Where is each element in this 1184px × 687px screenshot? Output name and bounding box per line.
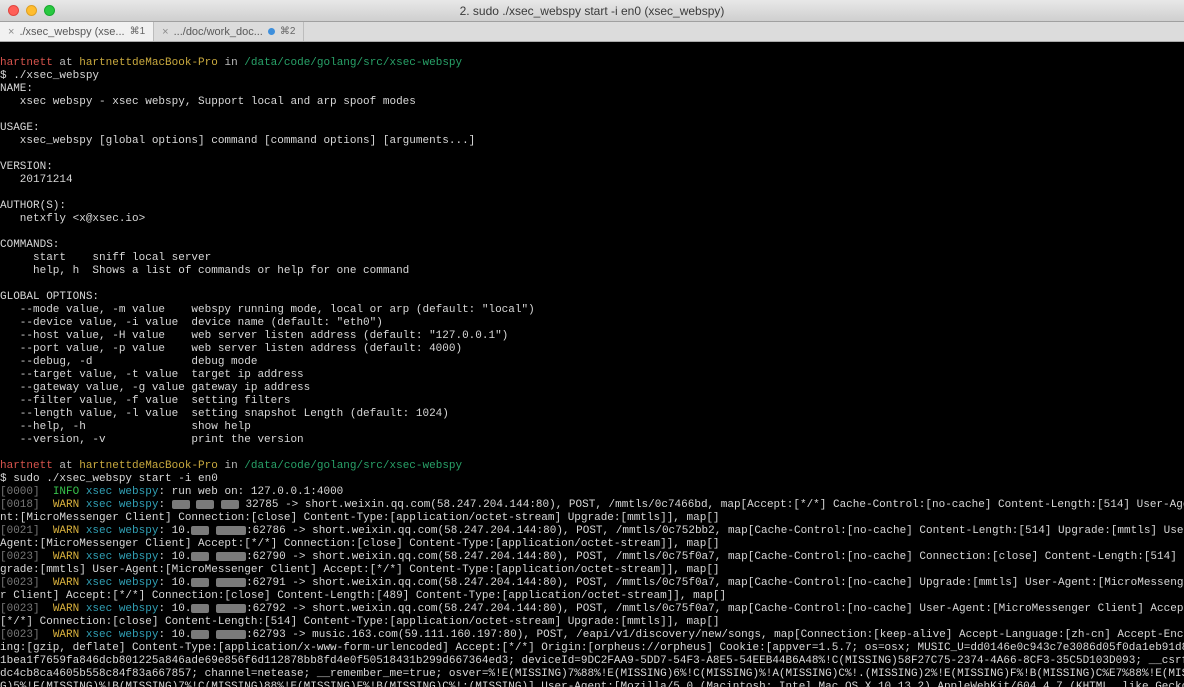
titlebar: 2. sudo ./xsec_webspy start -i en0 (xsec… bbox=[0, 0, 1184, 22]
redacted-ip bbox=[216, 604, 246, 613]
redacted-ip bbox=[191, 604, 209, 613]
tab-label: ./xsec_webspy (xse... bbox=[19, 26, 124, 38]
redacted-ip bbox=[191, 526, 209, 535]
redacted-ip bbox=[172, 500, 190, 509]
command-line: $ ./xsec_webspy bbox=[0, 70, 99, 82]
prompt-host: hartnettdeMacBook-Pro bbox=[79, 57, 218, 69]
traffic-lights bbox=[0, 5, 55, 16]
close-icon[interactable]: × bbox=[8, 26, 14, 38]
redacted-ip bbox=[216, 630, 246, 639]
log-level-warn: WARN bbox=[53, 499, 79, 511]
redacted-ip bbox=[191, 578, 209, 587]
window-title: 2. sudo ./xsec_webspy start -i en0 (xsec… bbox=[0, 4, 1184, 18]
tab-label: .../doc/work_doc... bbox=[174, 26, 263, 38]
zoom-icon[interactable] bbox=[44, 5, 55, 16]
prompt-user: hartnett bbox=[0, 57, 53, 69]
redacted-ip bbox=[221, 500, 239, 509]
redacted-ip bbox=[196, 500, 214, 509]
minimize-icon[interactable] bbox=[26, 5, 37, 16]
tab-shortcut: ⌘2 bbox=[280, 26, 296, 37]
command-line: $ sudo ./xsec_webspy start -i en0 bbox=[0, 473, 218, 485]
redacted-ip bbox=[216, 578, 246, 587]
redacted-ip bbox=[191, 552, 209, 561]
tabbar: × ./xsec_webspy (xse... ⌘1 × .../doc/wor… bbox=[0, 22, 1184, 42]
tab-terminal-2[interactable]: × .../doc/work_doc... ⌘2 bbox=[154, 22, 304, 41]
dirty-indicator-icon bbox=[268, 28, 275, 35]
redacted-ip bbox=[216, 526, 246, 535]
close-icon[interactable] bbox=[8, 5, 19, 16]
prompt-path: /data/code/golang/src/xsec-webspy bbox=[244, 57, 462, 69]
terminal-output[interactable]: hartnett at hartnettdeMacBook-Pro in /da… bbox=[0, 42, 1184, 687]
log-level-info: INFO bbox=[53, 486, 79, 498]
redacted-ip bbox=[191, 630, 209, 639]
close-icon[interactable]: × bbox=[162, 26, 168, 38]
redacted-ip bbox=[216, 552, 246, 561]
tab-terminal-1[interactable]: × ./xsec_webspy (xse... ⌘1 bbox=[0, 22, 154, 41]
tab-shortcut: ⌘1 bbox=[130, 26, 146, 37]
